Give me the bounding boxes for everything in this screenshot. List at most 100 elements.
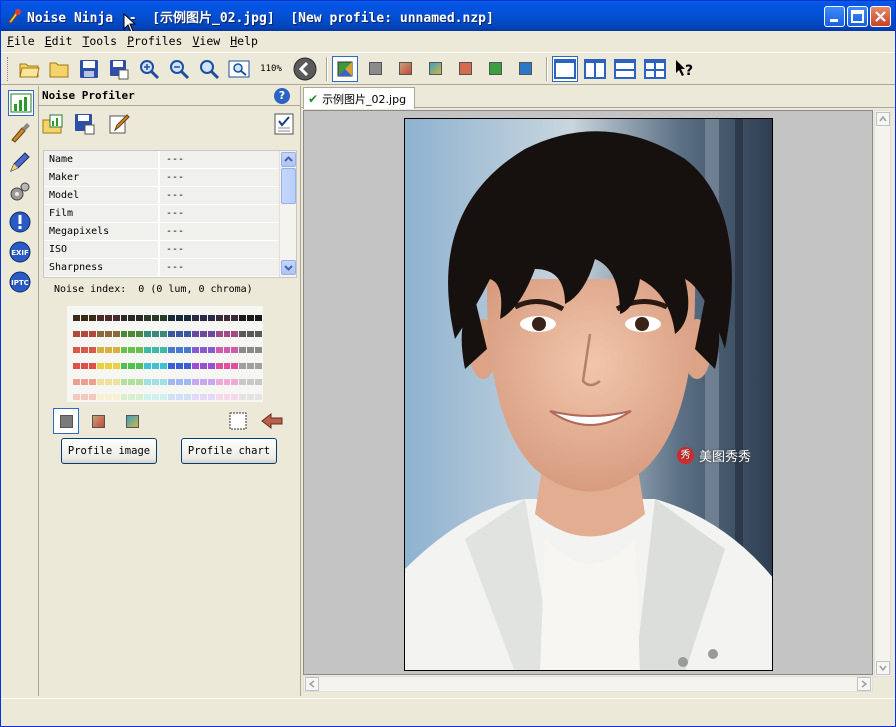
layout-split-vertical-button[interactable] xyxy=(582,56,608,82)
open-image-button[interactable] xyxy=(16,56,42,82)
chevron-left-icon xyxy=(308,680,315,688)
scroll-thumb[interactable] xyxy=(281,168,296,204)
zoom-in-button[interactable] xyxy=(136,56,162,82)
property-row[interactable]: Model --- xyxy=(44,187,280,205)
pen-tool-button[interactable] xyxy=(8,150,34,176)
view-gray-button[interactable] xyxy=(362,56,388,82)
profile-chart-button[interactable]: Profile chart xyxy=(181,438,277,464)
mode-gray-button[interactable] xyxy=(53,408,79,434)
back-button[interactable] xyxy=(292,56,318,82)
exif-button[interactable]: EXIF xyxy=(8,240,34,266)
property-row[interactable]: Sharpness --- xyxy=(44,259,280,277)
zoom-out-button[interactable] xyxy=(166,56,192,82)
scroll-up-button[interactable] xyxy=(876,112,890,126)
property-row[interactable]: Film --- xyxy=(44,205,280,223)
zoom-level: 110% xyxy=(260,63,282,74)
mode-red-button[interactable] xyxy=(85,408,111,434)
help-context-button[interactable]: ? xyxy=(672,56,698,82)
scroll-up-button[interactable] xyxy=(281,152,296,167)
document-tab-label: 示例图片_02.jpg xyxy=(322,92,407,106)
property-key: ISO xyxy=(44,241,160,258)
view-red-button[interactable] xyxy=(392,56,418,82)
property-value: --- xyxy=(160,169,280,186)
property-row[interactable]: Name --- xyxy=(44,151,280,169)
toolbar-grip[interactable] xyxy=(7,56,10,81)
view-green-button[interactable] xyxy=(482,56,508,82)
view-gray-icon xyxy=(368,62,382,75)
app-window: Noise Ninja - [示例图片_02.jpg] [New profile… xyxy=(0,0,896,727)
layout-quad-button[interactable] xyxy=(642,56,668,82)
edit-profile-button[interactable] xyxy=(107,112,133,138)
zoom-out-icon xyxy=(170,59,190,79)
menu-file[interactable]: File xyxy=(7,34,35,48)
reset-arrow-button[interactable] xyxy=(259,408,285,434)
noise-index-text: Noise index: 0 (0 lum, 0 chroma) xyxy=(54,284,253,295)
close-button[interactable] xyxy=(870,6,891,27)
select-region-button[interactable] xyxy=(225,408,251,434)
profile-properties: Name --- Maker --- Model --- Film --- Megapixels… xyxy=(43,150,297,278)
menu-edit[interactable]: Edit xyxy=(45,34,73,48)
document-area: ✔ 示例图片_02.jpg 秀 美图秀秀 xyxy=(301,86,895,696)
chart-icon xyxy=(10,93,32,113)
noise-chart-row xyxy=(73,315,263,321)
noise-ninja-app-icon[interactable] xyxy=(7,8,23,24)
new-profile-button[interactable] xyxy=(41,112,67,138)
layout-single-icon xyxy=(554,58,576,79)
horizontal-scrollbar[interactable] xyxy=(303,676,873,692)
document-tab[interactable]: ✔ 示例图片_02.jpg xyxy=(303,87,415,109)
scroll-down-button[interactable] xyxy=(876,661,890,675)
view-luma-icon xyxy=(458,62,472,75)
status-bar xyxy=(1,698,895,726)
save-as-button[interactable] xyxy=(106,56,132,82)
property-row[interactable]: Maker --- xyxy=(44,169,280,187)
noise-profile-chart xyxy=(67,306,263,402)
properties-scrollbar[interactable] xyxy=(279,151,296,277)
brush-tool-button[interactable] xyxy=(8,120,34,146)
property-row[interactable]: ISO --- xyxy=(44,241,280,259)
layout-single-button[interactable] xyxy=(552,55,578,82)
toolbar-separator xyxy=(546,56,548,81)
iptc-button[interactable]: IPTC xyxy=(8,270,34,296)
help-icon[interactable]: ? xyxy=(274,88,290,104)
view-cyan-button[interactable] xyxy=(512,56,538,82)
blue-swatch-icon xyxy=(125,414,139,428)
warnings-button[interactable] xyxy=(8,210,34,236)
menu-help[interactable]: Help xyxy=(230,34,258,48)
checklist-button[interactable] xyxy=(273,112,299,138)
view-color-button[interactable] xyxy=(332,55,358,82)
scroll-right-button[interactable] xyxy=(857,677,871,691)
save-button[interactable] xyxy=(76,56,102,82)
mode-blue-button[interactable] xyxy=(119,408,145,434)
chevron-down-icon xyxy=(879,665,887,672)
image-viewport[interactable]: 秀 美图秀秀 xyxy=(303,110,873,675)
chevron-right-icon xyxy=(861,680,868,688)
menu-tools[interactable]: Tools xyxy=(82,34,117,48)
layout-split-horizontal-button[interactable] xyxy=(612,56,638,82)
view-luma-button[interactable] xyxy=(452,56,478,82)
vertical-scrollbar[interactable] xyxy=(874,110,891,677)
view-green-icon xyxy=(488,62,502,75)
panel-title: Noise Profiler xyxy=(42,89,135,102)
menu-view[interactable]: View xyxy=(192,34,220,48)
zoom-fit-button[interactable] xyxy=(226,56,252,82)
view-blue-button[interactable] xyxy=(422,56,448,82)
property-key: Megapixels xyxy=(44,223,160,240)
open-folder-button[interactable] xyxy=(46,56,72,82)
scroll-down-button[interactable] xyxy=(281,260,296,275)
noise-profiler-tab-button[interactable] xyxy=(8,90,34,116)
profile-image-button[interactable]: Profile image xyxy=(61,438,157,464)
property-value: --- xyxy=(160,241,280,258)
gears-icon xyxy=(10,182,30,201)
main-toolbar: 110% ? xyxy=(1,52,895,85)
property-row[interactable]: Megapixels --- xyxy=(44,223,280,241)
photo-preview[interactable]: 秀 美图秀秀 xyxy=(404,118,773,671)
minimize-button[interactable] xyxy=(824,6,845,27)
zoom-actual-button[interactable] xyxy=(196,56,222,82)
maximize-button[interactable] xyxy=(847,6,868,27)
save-profile-button[interactable] xyxy=(73,112,99,138)
scroll-left-button[interactable] xyxy=(305,677,319,691)
selection-box-icon xyxy=(229,412,247,430)
settings-button[interactable] xyxy=(8,180,34,206)
close-icon xyxy=(875,11,886,22)
menu-profiles[interactable]: Profiles xyxy=(127,34,182,48)
